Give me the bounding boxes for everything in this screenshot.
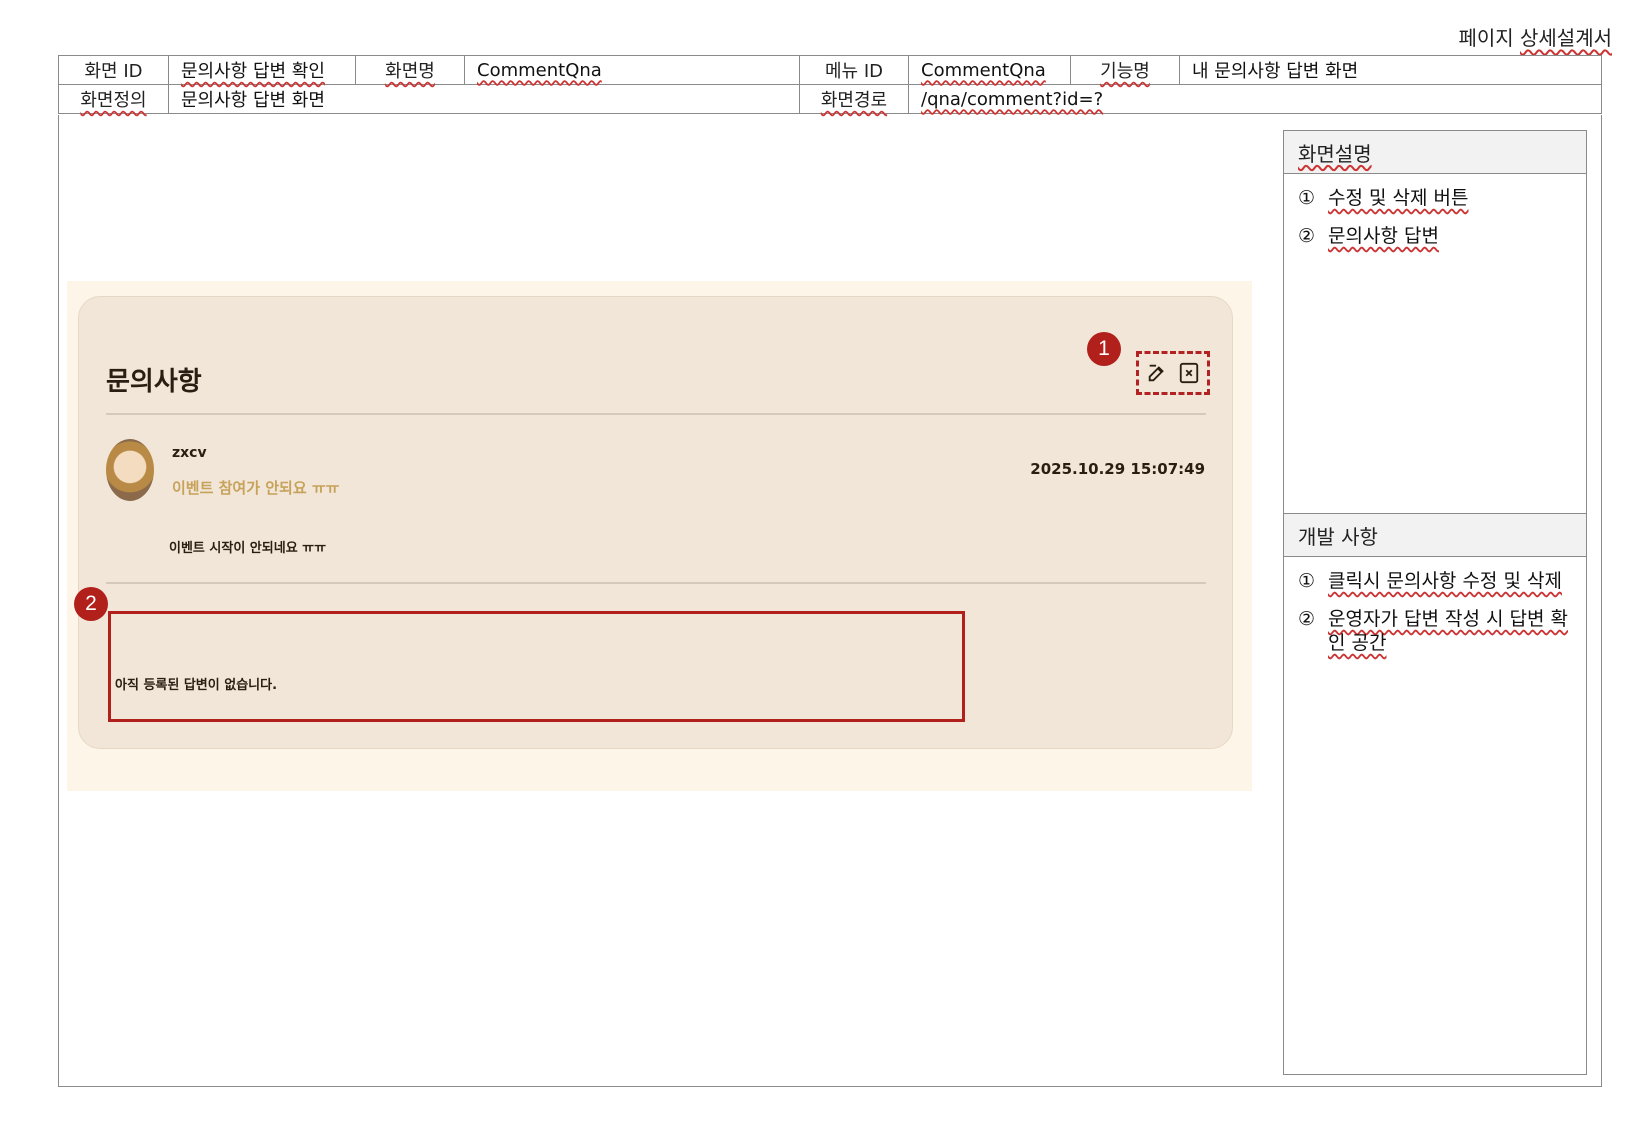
function-label: 기능명 [1070, 55, 1180, 85]
definition-label-text: 화면정의 [80, 90, 147, 111]
path-value: /qna/comment?id=? [908, 84, 1602, 114]
screen-name-value-text: CommentQna [477, 59, 602, 81]
screen-id-value: 문의사항 답변 확인 [168, 55, 356, 85]
function-label-text: 기능명 [1100, 61, 1150, 82]
answer-empty-text: 아직 등록된 답변이 없습니다. [115, 678, 278, 693]
username: zxcv [172, 445, 207, 461]
dev-item-text: 클릭시 문의사항 수정 및 삭제 [1328, 570, 1562, 592]
screen-name-value: CommentQna [464, 55, 800, 85]
description-item: ① 수정 및 삭제 버튼 [1298, 186, 1572, 210]
meta-row-1: 화면 ID 문의사항 답변 확인 화면명 CommentQna 메뉴 ID Co… [58, 55, 1602, 85]
function-value: 내 문의사항 답변 화면 [1179, 55, 1602, 85]
description-title: 화면설명 [1298, 141, 1372, 166]
path-label-text: 화면경로 [820, 90, 888, 111]
edit-delete-highlight [1136, 351, 1210, 395]
document-title-part1: 페이지 [1458, 26, 1520, 50]
screen-id-label: 화면 ID [58, 55, 169, 85]
dev-item-text: 운영자가 답변 작성 시 답변 확인 공간 [1328, 608, 1568, 654]
path-label: 화면경로 [799, 84, 909, 114]
menu-id-value: CommentQna [908, 55, 1071, 85]
description-item-num: ① [1298, 187, 1316, 209]
path-value-text: /qna/comment?id=? [921, 88, 1104, 110]
description-item: ② 문의사항 답변 [1298, 224, 1572, 248]
description-item-text: 문의사항 답변 [1328, 225, 1439, 247]
avatar [106, 439, 154, 501]
qna-card: 문의사항 zxcv 이벤트 참여가 안되요 ㅠㅠ 2025.10.29 15:0… [78, 296, 1233, 749]
definition-value: 문의사항 답변 화면 [168, 84, 800, 114]
callout-badge-2: 2 [74, 587, 108, 621]
description-item-text: 수정 및 삭제 버튼 [1328, 187, 1469, 209]
title-divider [106, 413, 1206, 415]
screen-id-value-text: 문의사항 답변 확인 [181, 61, 325, 82]
dev-item: ② 운영자가 답변 작성 시 답변 확인 공간 [1298, 607, 1572, 655]
meta-table: 화면 ID 문의사항 답변 확인 화면명 CommentQna 메뉴 ID Co… [58, 55, 1602, 114]
document-title: 페이지 상세설계서 [1458, 22, 1612, 51]
edit-icon[interactable] [1146, 362, 1168, 384]
qna-subject: 이벤트 참여가 안되요 ㅠㅠ [172, 479, 340, 497]
dev-item-num: ① [1298, 570, 1316, 592]
dev-header: 개발 사항 [1284, 514, 1586, 557]
meta-row-2: 화면정의 문의사항 답변 화면 화면경로 /qna/comment?id=? [58, 84, 1602, 114]
callout-badge-1: 1 [1087, 332, 1121, 366]
answer-highlight: 아직 등록된 답변이 없습니다. [108, 611, 965, 722]
screen-name-label: 화면명 [355, 55, 465, 85]
dev-section: 개발 사항 ① 클릭시 문의사항 수정 및 삭제 ② 운영자가 답변 작성 시 … [1284, 513, 1586, 669]
qna-timestamp: 2025.10.29 15:07:49 [1030, 460, 1205, 478]
menu-id-value-text: CommentQna [921, 59, 1046, 81]
close-icon[interactable] [1178, 362, 1200, 384]
sidebar-panel: 화면설명 ① 수정 및 삭제 버튼 ② 문의사항 답변 개발 사항 ① 클릭시 … [1283, 130, 1587, 1075]
document-title-part2: 상세설계서 [1520, 26, 1612, 50]
dev-list: ① 클릭시 문의사항 수정 및 삭제 ② 운영자가 답변 작성 시 답변 확인 … [1284, 557, 1586, 655]
definition-label: 화면정의 [58, 84, 169, 114]
answer-divider [106, 582, 1206, 584]
description-header: 화면설명 [1284, 131, 1586, 174]
screen-name-label-text: 화면명 [385, 61, 435, 82]
description-item-num: ② [1298, 225, 1316, 247]
dev-item: ① 클릭시 문의사항 수정 및 삭제 [1298, 569, 1572, 593]
qna-body: 이벤트 시작이 안되네요 ㅠㅠ [169, 541, 327, 556]
qna-title: 문의사항 [106, 367, 202, 397]
description-list: ① 수정 및 삭제 버튼 ② 문의사항 답변 [1284, 174, 1586, 248]
menu-id-label: 메뉴 ID [799, 55, 909, 85]
dev-item-num: ② [1298, 608, 1316, 630]
